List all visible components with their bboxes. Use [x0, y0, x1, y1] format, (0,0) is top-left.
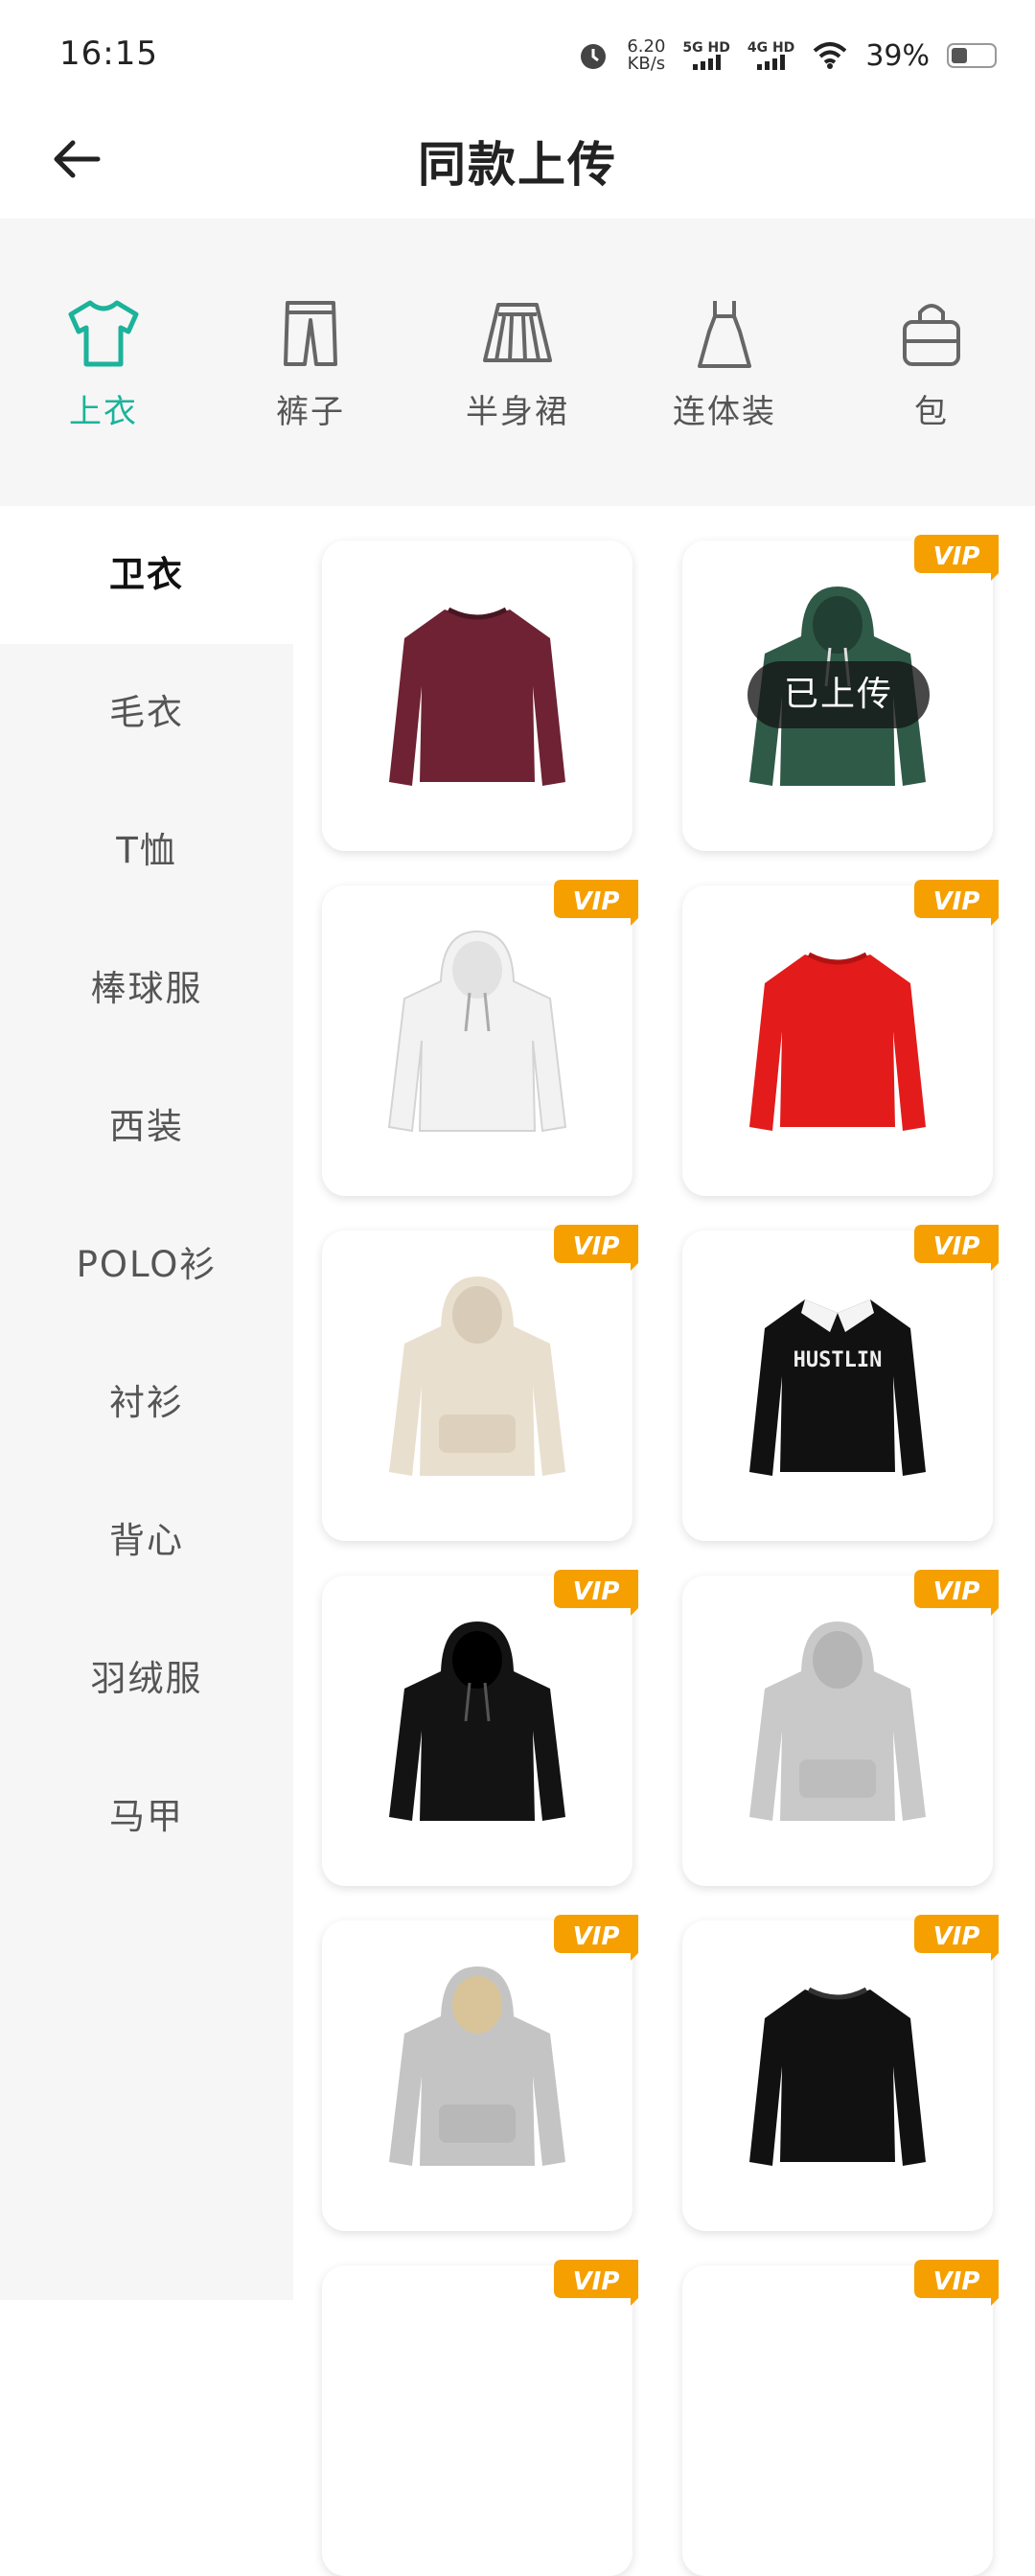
product-card[interactable]: VIP — [322, 1915, 638, 2231]
product-image — [749, 1622, 926, 1821]
product-grid: 已上传 VIP VIP VIP VIP HUSTLIN VIP VIP VIP … — [293, 506, 1035, 2576]
product-card[interactable]: VIP — [682, 1915, 999, 2231]
sidebar-item-tshirt[interactable]: T恤 — [0, 782, 293, 920]
vip-badge: VIP — [554, 1915, 638, 1961]
vip-badge: VIP — [554, 1225, 638, 1271]
vip-badge: VIP — [554, 880, 638, 926]
sidebar-item-baseball-jacket[interactable]: 棒球服 — [0, 920, 293, 1058]
skirt-icon — [483, 303, 552, 362]
product-card[interactable]: VIP — [322, 1570, 638, 1886]
vip-badge: VIP — [914, 1915, 999, 1961]
product-image — [389, 1276, 565, 1476]
product-image — [389, 1966, 565, 2166]
vip-badge-label: VIP — [933, 1232, 980, 1261]
product-card[interactable]: VIP — [682, 1570, 999, 1886]
wifi-icon — [813, 42, 847, 69]
vip-badge: VIP — [914, 1225, 999, 1271]
category-tabs: 上衣 裤子 半身裙 连体装 包 — [0, 218, 1035, 506]
alarm-icon — [581, 44, 607, 69]
status-icons: 6.20 KB/s 5G HD 4G HD 39% — [577, 38, 997, 73]
vip-badge: VIP — [914, 2260, 999, 2306]
vip-badge-label: VIP — [573, 1922, 620, 1951]
product-card[interactable]: HUSTLIN VIP — [682, 1225, 999, 1541]
product-image — [389, 1622, 565, 1821]
sidebar-item-vest[interactable]: 背心 — [0, 1472, 293, 1610]
bag-icon — [903, 304, 960, 366]
page-title: 同款上传 — [418, 137, 617, 193]
product-image — [389, 607, 565, 786]
status-bar: 16:15 6.20 KB/s 5G HD 4G HD 39% — [0, 0, 1035, 105]
vip-badge: VIP — [554, 2260, 638, 2306]
signal-icon — [682, 55, 729, 70]
product-image: HUSTLIN — [749, 1300, 926, 1476]
subcategory-sidebar: 卫衣 毛衣 T恤 棒球服 西装 POLO衫 衬衫 背心 羽绒服 马甲 — [0, 506, 293, 2300]
tab-bag[interactable]: 包 — [855, 297, 1008, 432]
sidebar-item-sweater[interactable]: 毛衣 — [0, 644, 293, 782]
sidebar-item-suit[interactable]: 西装 — [0, 1058, 293, 1196]
net-speed: 6.20 KB/s — [627, 36, 666, 74]
product-card[interactable]: VIP — [322, 1225, 638, 1541]
product-card[interactable]: VIP — [322, 2260, 638, 2576]
tab-skirt[interactable]: 半身裙 — [441, 297, 594, 432]
sim2-signal: 4G HD — [748, 41, 794, 70]
product-image — [749, 952, 926, 1131]
product-card[interactable] — [322, 540, 632, 851]
vip-badge: VIP — [914, 880, 999, 926]
vip-badge-label: VIP — [933, 1577, 980, 1606]
vip-badge: VIP — [914, 1570, 999, 1616]
sidebar-item-hoodie[interactable]: 卫衣 — [0, 506, 293, 644]
sidebar-item-shirt[interactable]: 衬衫 — [0, 1334, 293, 1472]
product-card[interactable]: VIP — [682, 2260, 999, 2576]
dress-icon — [698, 301, 751, 368]
vip-badge: VIP — [914, 535, 999, 581]
battery-icon — [947, 43, 997, 68]
product-image — [749, 1987, 926, 2166]
product-card[interactable]: VIP — [322, 880, 638, 1196]
pants-icon — [284, 301, 337, 366]
tab-tops[interactable]: 上衣 — [27, 297, 180, 432]
sidebar-item-polo[interactable]: POLO衫 — [0, 1196, 293, 1334]
tab-pants[interactable]: 裤子 — [234, 297, 387, 432]
vip-badge-label: VIP — [573, 2267, 620, 2296]
product-card[interactable]: 已上传 VIP — [682, 535, 999, 851]
product-print-text: HUSTLIN — [794, 1348, 883, 1372]
vip-badge-label: VIP — [573, 1577, 620, 1606]
app-bar: 同款上传 — [0, 105, 1035, 220]
vip-badge-label: VIP — [573, 1232, 620, 1261]
product-card[interactable]: VIP — [682, 880, 999, 1196]
sim1-signal: 5G HD — [682, 41, 730, 70]
battery-percent: 39% — [865, 38, 930, 73]
uploaded-label: 已上传 — [748, 661, 930, 728]
signal-icon — [748, 55, 794, 70]
vip-badge: VIP — [554, 1570, 638, 1616]
tab-jumpsuit[interactable]: 连体装 — [648, 297, 801, 432]
vip-badge-label: VIP — [933, 887, 980, 916]
status-time: 16:15 — [59, 34, 158, 73]
sidebar-item-gilet[interactable]: 马甲 — [0, 1748, 293, 1886]
sidebar-item-down-jacket[interactable]: 羽绒服 — [0, 1610, 293, 1748]
vip-badge-label: VIP — [573, 887, 620, 916]
tshirt-icon — [68, 300, 139, 367]
product-image — [387, 930, 567, 1133]
vip-badge-label: VIP — [933, 542, 980, 571]
vip-badge-label: VIP — [933, 2267, 980, 2296]
vip-badge-label: VIP — [933, 1922, 980, 1951]
